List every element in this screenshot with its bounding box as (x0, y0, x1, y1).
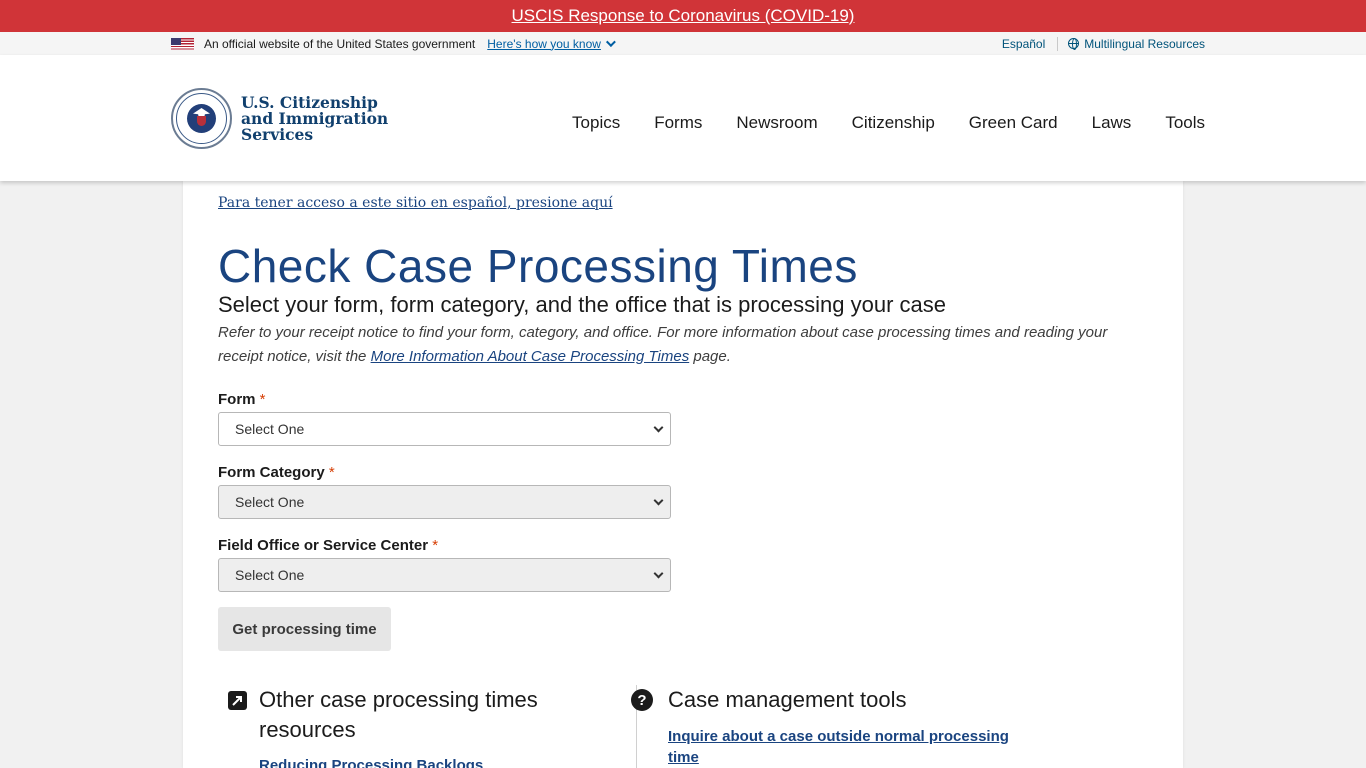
gov-banner-text: An official website of the United States… (204, 36, 476, 51)
spanish-site-link[interactable]: Para tener acceso a este sitio en españo… (218, 195, 613, 211)
nav-green-card[interactable]: Green Card (969, 113, 1058, 133)
how-you-know-link[interactable]: Here's how you know (487, 36, 616, 51)
nav-tools[interactable]: Tools (1165, 113, 1205, 133)
intro-text-end: page. (689, 348, 731, 365)
nav-topics[interactable]: Topics (572, 113, 620, 133)
form-category-select[interactable]: Select One (218, 485, 671, 519)
external-link-icon (228, 691, 247, 710)
form-select[interactable]: Select One (218, 412, 671, 446)
chevron-down-icon (653, 422, 664, 433)
form-label-text: Form (218, 391, 256, 408)
required-mark: * (432, 537, 439, 554)
how-you-know-label: Here's how you know (487, 36, 601, 51)
globe-icon (1068, 38, 1080, 50)
site-header: U.S. Citizenship and Immigration Service… (0, 55, 1366, 181)
field-office-select[interactable]: Select One (218, 558, 671, 592)
logo-line-3: Services (241, 124, 314, 144)
case-management-title: Case management tools (668, 687, 907, 712)
intro-text: Refer to your receipt notice to find you… (218, 321, 1148, 369)
form-label: Form * (218, 391, 266, 408)
covid-alert-bar: USCIS Response to Coronavirus (COVID-19) (0, 0, 1366, 32)
uscis-logo[interactable]: U.S. Citizenship and Immigration Service… (171, 88, 388, 149)
page-title: Check Case Processing Times (218, 240, 858, 292)
field-office-label-text: Field Office or Service Center (218, 537, 429, 554)
gov-banner: An official website of the United States… (0, 32, 1366, 55)
covid-alert-link[interactable]: USCIS Response to Coronavirus (COVID-19) (512, 6, 855, 26)
nav-forms[interactable]: Forms (654, 113, 702, 133)
field-office-label: Field Office or Service Center * (218, 537, 438, 554)
nav-newsroom[interactable]: Newsroom (736, 113, 817, 133)
required-mark: * (328, 464, 335, 481)
chevron-down-icon (653, 495, 664, 506)
nav-citizenship[interactable]: Citizenship (852, 113, 935, 133)
nav-laws[interactable]: Laws (1092, 113, 1132, 133)
other-resources-title: Other case processing times resources (259, 687, 538, 742)
page-subtitle: Select your form, form category, and the… (218, 292, 946, 317)
logo-text: U.S. Citizenship and Immigration Service… (241, 94, 388, 144)
field-office-select-value: Select One (235, 567, 305, 583)
divider (1057, 36, 1059, 51)
more-info-link[interactable]: More Information About Case Processing T… (371, 348, 690, 365)
reducing-backlogs-link[interactable]: Reducing Processing Backlogs (259, 757, 483, 768)
main-content: Para tener acceso a este sitio en españo… (183, 181, 1183, 768)
chevron-down-icon (653, 568, 664, 579)
dhs-seal-icon (171, 88, 232, 149)
required-mark: * (259, 391, 266, 408)
get-processing-time-button[interactable]: Get processing time (218, 607, 391, 651)
form-category-label-text: Form Category (218, 464, 325, 481)
espanol-link[interactable]: Español (1002, 37, 1045, 51)
inquire-case-link[interactable]: Inquire about a case outside normal proc… (668, 726, 1013, 768)
question-icon: ? (631, 689, 653, 711)
form-category-select-value: Select One (235, 494, 305, 510)
us-flag-icon (171, 37, 194, 50)
chevron-down-icon (605, 37, 616, 48)
multilingual-resources-link[interactable]: Multilingual Resources (1084, 37, 1205, 51)
form-category-label: Form Category * (218, 464, 335, 481)
form-select-value: Select One (235, 421, 305, 437)
main-nav: Topics Forms Newsroom Citizenship Green … (538, 113, 1205, 133)
